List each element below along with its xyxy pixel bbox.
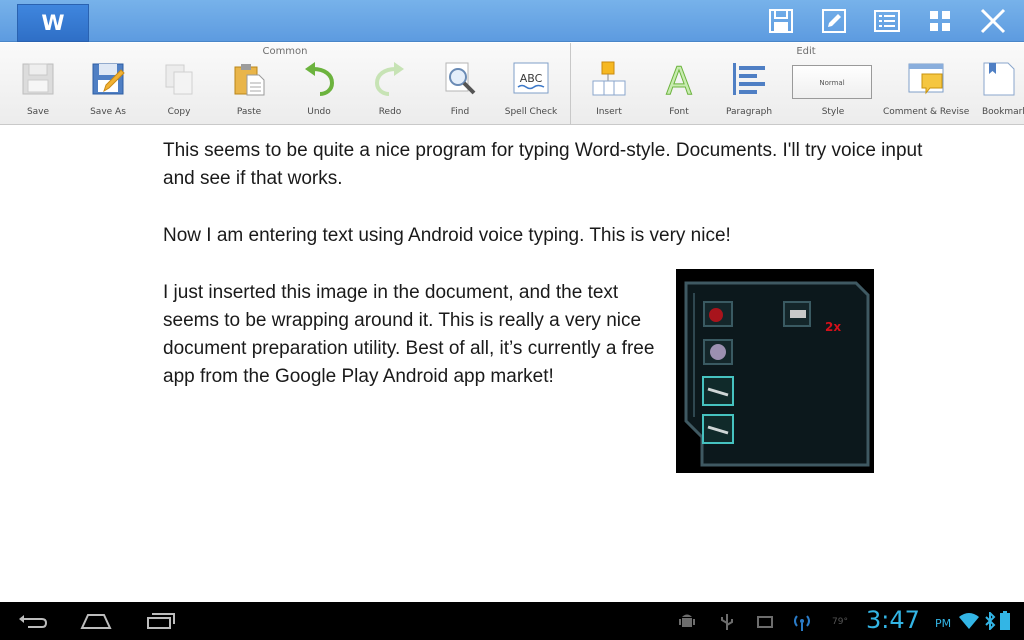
bookmark-button[interactable]: Bookmark	[964, 59, 1024, 123]
ribbon-toolbar: Common Edit Save Save As Copy Paste Undo…	[0, 43, 1024, 125]
bluetooth-icon	[984, 612, 996, 630]
android-debug-icon	[679, 613, 695, 631]
app-logo-button[interactable]: W	[17, 4, 89, 42]
insert-label: Insert	[596, 107, 622, 117]
hotspot-icon	[791, 612, 813, 632]
undo-button[interactable]: Undo	[284, 59, 354, 123]
back-icon[interactable]	[18, 614, 48, 630]
font-icon: A	[661, 61, 697, 97]
recent-apps-icon[interactable]	[146, 612, 176, 630]
undo-label: Undo	[307, 107, 331, 117]
wifi-icon	[958, 612, 980, 630]
system-navigation-bar: 79° 3:47 PM	[0, 602, 1024, 640]
group-separator	[570, 43, 571, 125]
redo-label: Redo	[378, 107, 402, 117]
group-label-edit: Edit	[796, 46, 816, 57]
paragraph-icon	[731, 61, 767, 97]
list-icon[interactable]	[873, 7, 901, 35]
document-canvas[interactable]: This seems to be quite a nice program fo…	[0, 126, 1024, 602]
status-clock[interactable]: 3:47	[866, 606, 920, 634]
close-icon[interactable]	[979, 7, 1007, 35]
redo-icon	[372, 61, 408, 97]
style-label: Style	[821, 107, 845, 117]
inserted-image[interactable]: 2x	[676, 269, 874, 473]
save-as-button[interactable]: Save As	[73, 59, 143, 123]
undo-icon	[301, 61, 337, 97]
title-bar: W	[0, 0, 1024, 42]
paragraph-2[interactable]: Now I am entering text using Android voi…	[163, 222, 923, 250]
insert-button[interactable]: Insert	[574, 59, 644, 123]
grid-icon[interactable]	[926, 7, 954, 35]
bookmark-label: Bookmark	[982, 107, 1024, 117]
spell-check-icon: ABC	[513, 61, 549, 97]
insert-icon	[591, 61, 627, 97]
find-button[interactable]: Find	[425, 59, 495, 123]
font-button[interactable]: A Font	[644, 59, 714, 123]
floppy-disk-icon	[20, 61, 56, 97]
usb-icon	[720, 613, 734, 631]
save-label: Save	[26, 107, 50, 117]
paste-label: Paste	[236, 107, 262, 117]
save-as-icon	[90, 61, 126, 97]
paragraph-1[interactable]: This seems to be quite a nice program fo…	[163, 137, 923, 193]
copy-icon	[161, 61, 197, 97]
bookmark-icon	[981, 61, 1017, 97]
image-badge: 2x	[825, 320, 841, 334]
app-window: W Common Edit Save Save As Copy Paste Un…	[0, 0, 1024, 640]
battery-icon	[999, 611, 1011, 631]
paragraph-3[interactable]: I just inserted this image in the docume…	[163, 279, 658, 391]
group-label-common: Common	[262, 46, 308, 57]
copy-label: Copy	[167, 107, 191, 117]
paragraph-button[interactable]: Paragraph	[714, 59, 784, 123]
spell-check-label: Spell Check	[504, 107, 558, 117]
find-label: Find	[450, 107, 470, 117]
paste-button[interactable]: Paste	[214, 59, 284, 123]
spell-check-button[interactable]: ABC Spell Check	[496, 59, 566, 123]
font-icon-letter: A	[666, 61, 692, 97]
screenshot-icon	[756, 614, 774, 630]
home-icon[interactable]	[80, 612, 112, 630]
edit-icon[interactable]	[820, 7, 848, 35]
redo-button[interactable]: Redo	[355, 59, 425, 123]
style-button[interactable]: Style	[798, 59, 868, 123]
clipboard-icon	[231, 61, 267, 97]
copy-button[interactable]: Copy	[144, 59, 214, 123]
temperature-readout: 79°	[832, 617, 848, 627]
paragraph-label: Paragraph	[725, 107, 773, 117]
status-clock-ampm: PM	[935, 617, 952, 630]
comment-revise-label: Comment & Revise	[883, 107, 970, 117]
app-logo-letter: W	[41, 11, 65, 35]
font-label: Font	[669, 107, 689, 117]
save-as-label: Save As	[90, 107, 126, 117]
spell-check-icon-text: ABC	[520, 72, 543, 85]
comment-revise-button[interactable]: Comment & Revise	[883, 59, 969, 123]
save-button[interactable]: Save	[3, 59, 73, 123]
magnifier-icon	[442, 61, 478, 97]
save-icon[interactable]	[767, 7, 795, 35]
comment-icon	[908, 61, 944, 97]
